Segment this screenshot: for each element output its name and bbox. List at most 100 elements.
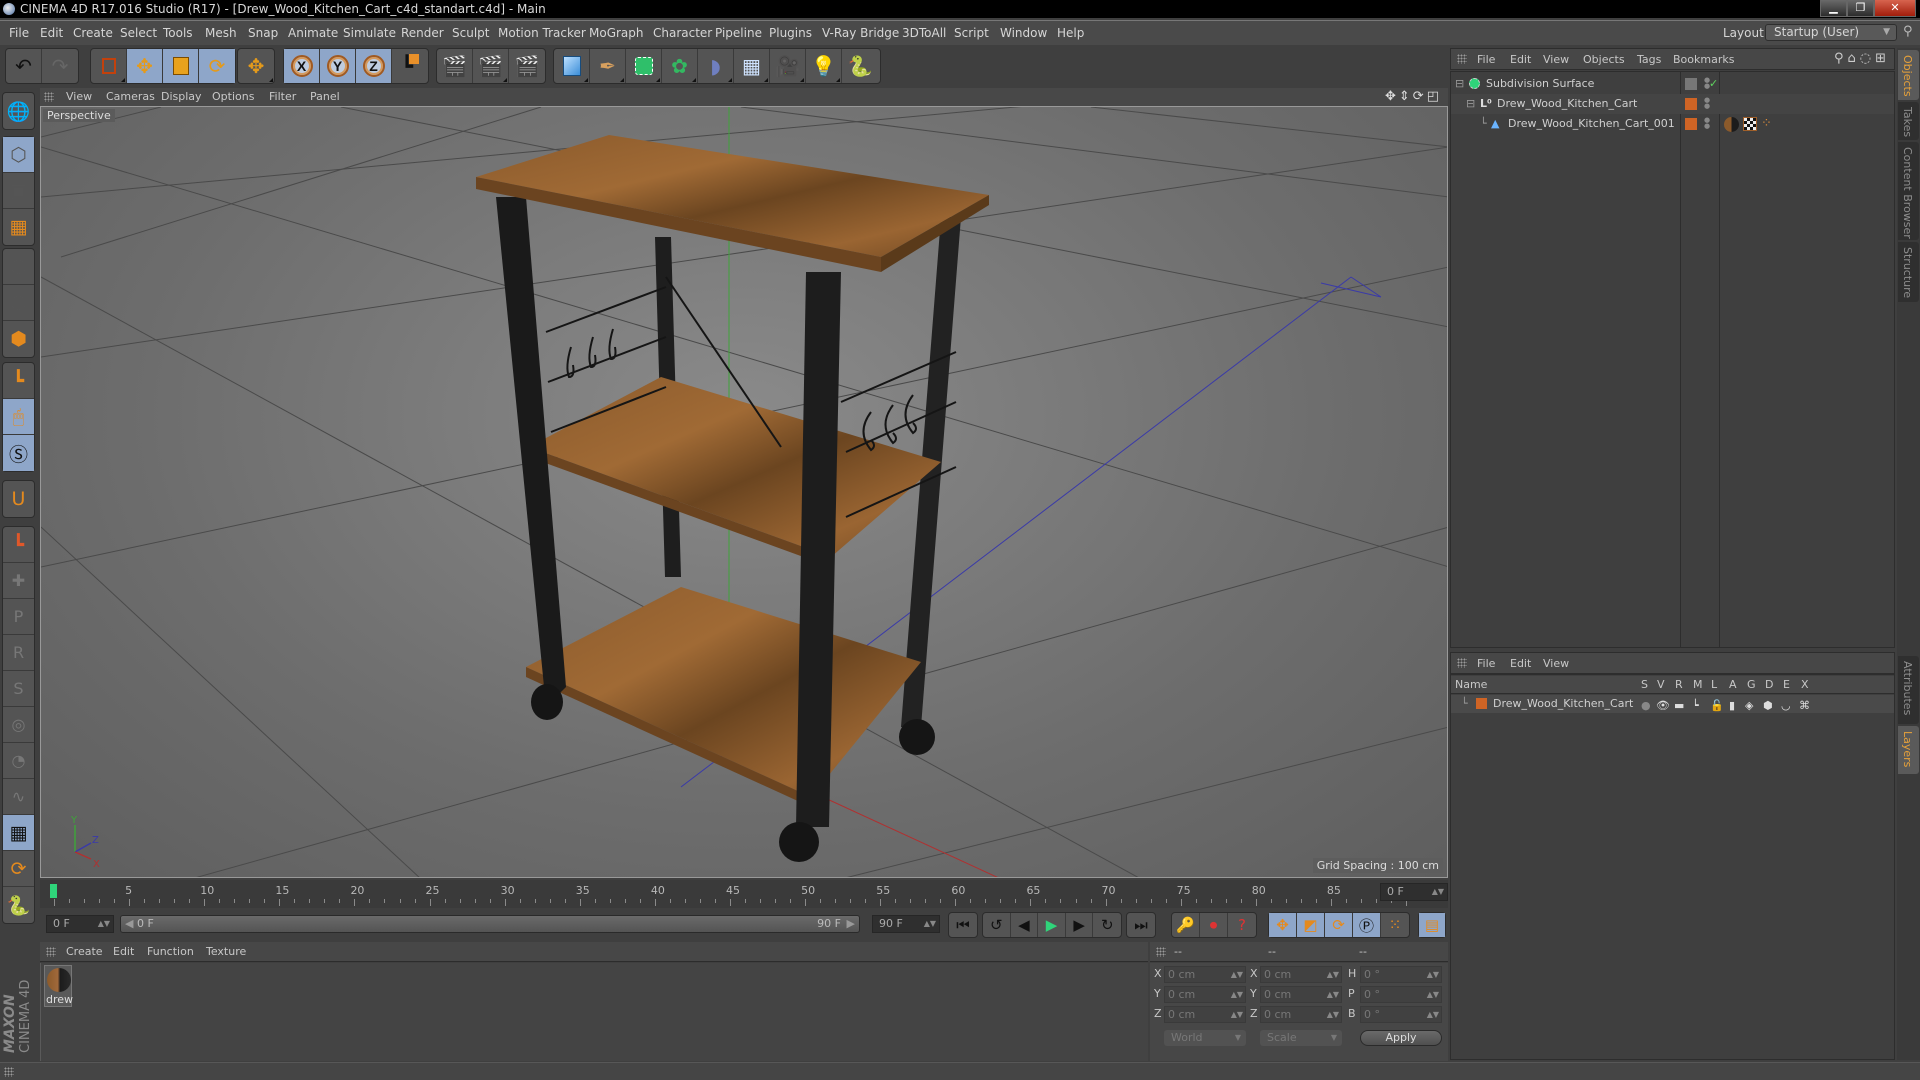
- range-right-arrow-icon[interactable]: ▶: [847, 916, 855, 932]
- brush-target-icon[interactable]: ◎: [3, 707, 34, 743]
- column-render[interactable]: R: [1675, 678, 1683, 691]
- layer-menu-file[interactable]: File: [1477, 657, 1495, 670]
- deformer-icon[interactable]: ◗: [698, 49, 734, 83]
- python-icon[interactable]: 🐍: [842, 49, 878, 83]
- visibility-dots[interactable]: ● ●: [1704, 117, 1710, 130]
- viewport-perspective[interactable]: Y Z X Perspective Grid Spacing : 100 cm: [40, 106, 1448, 878]
- grip-icon[interactable]: [1156, 947, 1166, 957]
- menu-help[interactable]: Help: [1057, 26, 1084, 40]
- material-tag-icon[interactable]: [1724, 117, 1739, 132]
- material-item[interactable]: drew: [44, 965, 73, 1007]
- workplane-icon[interactable]: ▦: [3, 209, 34, 245]
- selection-tag-icon[interactable]: ⁘: [1761, 114, 1772, 134]
- pen-spline-icon[interactable]: ✒: [590, 49, 626, 83]
- render-picture-viewer-icon[interactable]: 🎬: [473, 49, 509, 83]
- grip-icon[interactable]: [46, 947, 56, 957]
- menu-tools[interactable]: Tools: [163, 26, 193, 40]
- track-rotation-icon[interactable]: ⟳: [1325, 913, 1353, 937]
- menu-vray-bridge[interactable]: V-Ray Bridge: [822, 26, 899, 40]
- live-selection-icon[interactable]: [91, 49, 127, 83]
- grip-icon[interactable]: [44, 92, 54, 102]
- brush-plus-icon[interactable]: ✚: [3, 563, 34, 599]
- coordinate-mode-dropdown[interactable]: World ▼: [1164, 1030, 1246, 1046]
- menu-script[interactable]: Script: [954, 26, 989, 40]
- tab-content-browser[interactable]: Content Browser: [1898, 142, 1919, 240]
- timeline-ruler[interactable]: 051015202530354045505560657075808590 0 F…: [40, 880, 1448, 908]
- object-menu-edit[interactable]: Edit: [1510, 53, 1531, 66]
- minimize-button[interactable]: ▁: [1820, 0, 1847, 17]
- viewport-menu-filter[interactable]: Filter: [269, 90, 296, 103]
- generators-icon[interactable]: ◈: [1745, 697, 1753, 715]
- texture-mode-icon[interactable]: ▣: [3, 173, 34, 209]
- visibility-dots[interactable]: ● ●: [1704, 97, 1710, 110]
- python-icon[interactable]: 🐍: [3, 887, 34, 923]
- size-mode-dropdown[interactable]: Scale ▼: [1260, 1030, 1342, 1046]
- object-row[interactable]: ⊟ L⁰ Drew_Wood_Kitchen_Cart ● ●: [1451, 94, 1894, 114]
- menu-animate[interactable]: Animate: [288, 26, 338, 40]
- animation-icon[interactable]: ▮: [1729, 697, 1735, 715]
- menu-3dtoall[interactable]: 3DToAll: [902, 26, 946, 40]
- column-name[interactable]: Name: [1455, 678, 1487, 691]
- apply-button[interactable]: Apply: [1360, 1030, 1442, 1046]
- menu-pipeline[interactable]: Pipeline: [715, 26, 762, 40]
- xref-icon[interactable]: ⌘: [1799, 697, 1810, 715]
- search-icon[interactable]: ⚲: [1903, 24, 1913, 39]
- layer-swatch[interactable]: [1685, 118, 1697, 130]
- pan-icon[interactable]: ✥: [1385, 89, 1399, 104]
- coordinate-system-icon[interactable]: ┗: [392, 49, 428, 83]
- column-expressions[interactable]: E: [1783, 678, 1790, 691]
- render-settings-icon[interactable]: 🎬: [509, 49, 545, 83]
- menu-motion-tracker[interactable]: Motion Tracker: [498, 26, 586, 40]
- move-icon[interactable]: ✥: [127, 49, 163, 83]
- object-menu-bookmarks[interactable]: Bookmarks: [1673, 53, 1734, 66]
- go-to-end-icon[interactable]: ⏭: [1127, 913, 1155, 937]
- range-left-arrow-icon[interactable]: ◀: [125, 916, 133, 932]
- frame-range-slider[interactable]: ◀ 0 F 90 F ▶: [120, 915, 860, 933]
- layer-menu-edit[interactable]: Edit: [1510, 657, 1531, 670]
- make-editable-icon[interactable]: 🌐: [3, 93, 34, 129]
- material-menu-create[interactable]: Create: [66, 945, 103, 958]
- menu-file[interactable]: File: [9, 26, 29, 40]
- object-row[interactable]: └ ▲ Drew_Wood_Kitchen_Cart_001 ● ● ⁘: [1451, 114, 1894, 134]
- object-menu-file[interactable]: File: [1477, 53, 1495, 66]
- grip-icon[interactable]: [1457, 54, 1467, 64]
- manager-tree-icon[interactable]: ┕: [1692, 697, 1699, 715]
- menu-snap[interactable]: Snap: [248, 26, 278, 40]
- unlocked-icon[interactable]: 🔓: [1710, 697, 1724, 715]
- menu-simulate[interactable]: Simulate: [343, 26, 396, 40]
- layer-swatch-empty[interactable]: [1685, 78, 1697, 90]
- viewport-menu-display[interactable]: Display: [161, 90, 202, 103]
- new-window-icon[interactable]: ⊞: [1875, 51, 1890, 66]
- menu-plugins[interactable]: Plugins: [769, 26, 812, 40]
- previous-key-icon[interactable]: ↺: [983, 913, 1011, 937]
- rot-p-field[interactable]: 0 ° ▲▼: [1360, 986, 1442, 1003]
- visible-eye-icon[interactable]: 👁: [1656, 697, 1670, 715]
- undo-icon[interactable]: ↶: [6, 49, 42, 83]
- track-scale-icon[interactable]: ◩: [1297, 913, 1325, 937]
- autokey-help-icon[interactable]: ?: [1228, 913, 1256, 937]
- workplane-rotate-icon[interactable]: ⟳: [3, 851, 34, 887]
- column-xref[interactable]: X: [1801, 678, 1809, 691]
- pos-x-field[interactable]: 0 cm ▲▼: [1164, 966, 1246, 983]
- collapse-icon[interactable]: ⊟: [1466, 94, 1475, 114]
- viewport-menu-view[interactable]: View: [66, 90, 92, 103]
- column-generators[interactable]: G: [1747, 678, 1756, 691]
- column-manager[interactable]: M: [1693, 678, 1703, 691]
- model-mode-icon[interactable]: ⬡: [3, 137, 34, 173]
- expressions-icon[interactable]: ◡: [1781, 697, 1791, 715]
- collapse-icon[interactable]: ⊟: [1455, 74, 1464, 94]
- visibility-dots[interactable]: ● ●: [1704, 77, 1710, 90]
- column-animation[interactable]: A: [1729, 678, 1737, 691]
- object-menu-tags[interactable]: Tags: [1637, 53, 1661, 66]
- brush-psr-icon[interactable]: S: [3, 671, 34, 707]
- current-frame-field[interactable]: 0 F ▲▼: [1380, 883, 1448, 901]
- start-frame-field[interactable]: 0 F ▲▼: [46, 915, 114, 933]
- rotate-icon[interactable]: ⟳: [199, 49, 235, 83]
- menu-select[interactable]: Select: [120, 26, 157, 40]
- home-icon[interactable]: ⌂: [1847, 51, 1859, 66]
- menu-mesh[interactable]: Mesh: [205, 26, 237, 40]
- rot-h-field[interactable]: 0 ° ▲▼: [1360, 966, 1442, 983]
- light-icon[interactable]: 💡: [806, 49, 842, 83]
- next-key-icon[interactable]: ↻: [1093, 913, 1121, 937]
- pos-z-field[interactable]: 0 cm ▲▼: [1164, 1006, 1246, 1023]
